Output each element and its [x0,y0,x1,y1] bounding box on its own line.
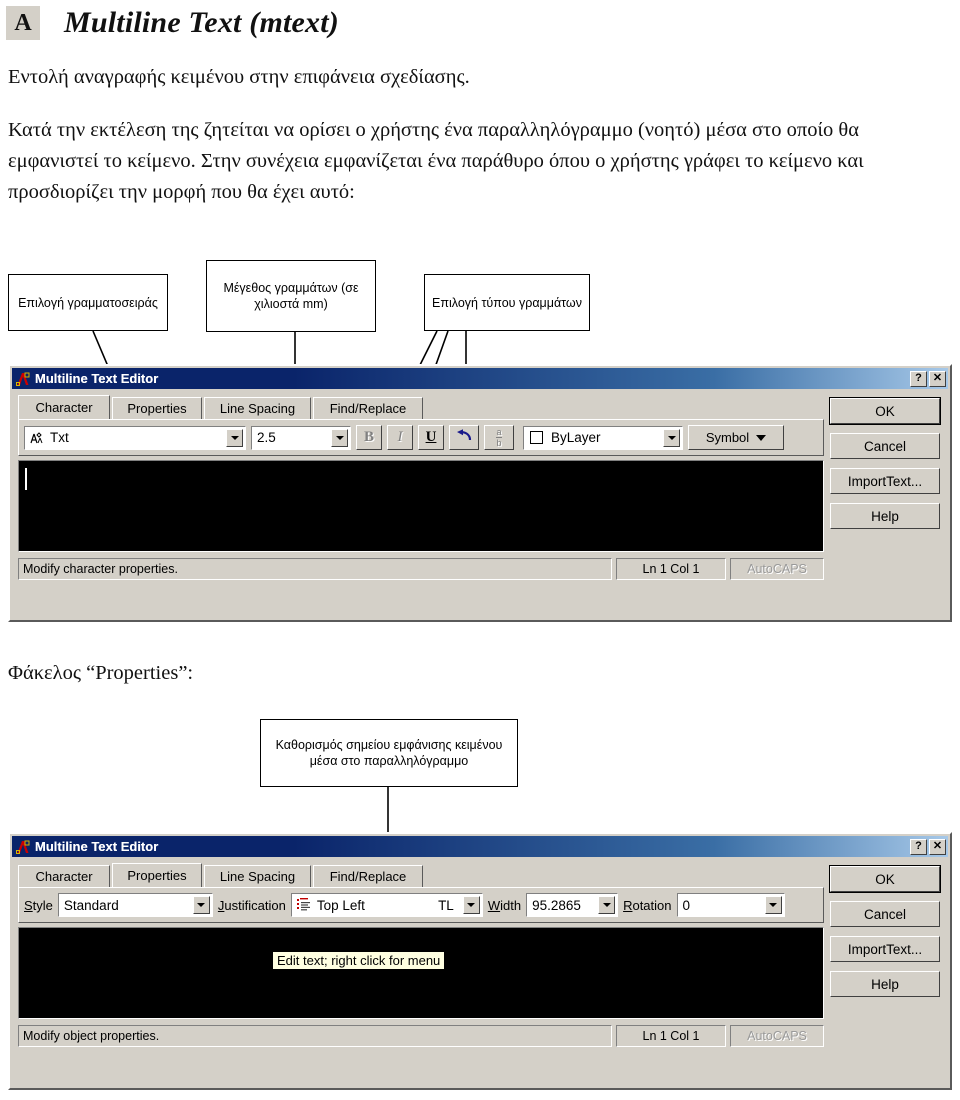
italic-button[interactable]: I [387,425,413,450]
ok-button[interactable]: OK [829,865,941,893]
font-size-combo[interactable]: 2.5 [251,425,351,450]
font-combo-arrow-icon[interactable] [226,428,243,447]
cursor-position: Ln 1 Col 1 [616,558,726,580]
callout-font-size: Μέγεθος γραμμάτων (σε χιλιοστά mm) [206,260,376,332]
width-combo-arrow-icon[interactable] [598,896,616,914]
tab-properties[interactable]: Properties [112,863,202,887]
tab-find-replace[interactable]: Find/Replace [313,397,423,419]
font-size-value: 2.5 [257,430,276,445]
cursor-position: Ln 1 Col 1 [616,1025,726,1047]
cancel-button[interactable]: Cancel [830,433,940,459]
mtext-command-icon: A [6,6,40,40]
bold-button[interactable]: B [356,425,382,450]
style-combo-arrow-icon[interactable] [192,896,210,914]
import-text-button[interactable]: ImportText... [830,936,940,962]
stack-fraction-icon: ab [496,426,502,448]
help-titlebar-button[interactable]: ? [910,838,927,855]
paragraph-description: Κατά την εκτέλεση της ζητείται να ορίσει… [8,119,864,203]
dialog1-titlebar[interactable]: Multiline Text Editor ? ✕ [12,368,948,389]
font-combo[interactable]: Txt [24,425,246,450]
text-editor-area[interactable] [18,460,824,552]
width-combo[interactable]: 95.2865 [526,893,619,917]
underline-button[interactable]: U [418,425,444,450]
paragraph-intro: Εντολή αναγραφής κειμένου στην επιφάνεια… [8,66,470,88]
dialog1-status-bar: Modify character properties. Ln 1 Col 1 … [18,558,942,580]
page-title: Multiline Text (mtext) [64,6,339,39]
tab-character[interactable]: Character [18,865,110,887]
style-label: SStyletyle [24,897,53,913]
shape-font-icon [27,431,47,445]
callout-justification: Καθορισμός σημείου εμφάνισης κειμένου μέ… [260,719,518,787]
close-titlebar-button[interactable]: ✕ [929,838,946,855]
dialog1-button-panel: OK Cancel ImportText... Help [829,397,941,538]
justification-combo[interactable]: Top Left TL [290,893,483,917]
dialog2-status-bar: Modify object properties. Ln 1 Col 1 Aut… [18,1025,942,1047]
rotation-label: Rotation [623,897,672,913]
dialog2-properties-toolbar: SStyletyle Standard Justification Top Le… [18,887,824,923]
tab-line-spacing[interactable]: Line Spacing [204,397,311,419]
text-editor-area[interactable]: Edit text; right click for menu [18,927,824,1019]
tab-find-replace[interactable]: Find/Replace [313,865,423,887]
text-caret [25,468,27,490]
section-label-properties: Φάκελος “Properties”: [8,662,194,684]
font-combo-value: Txt [50,430,69,445]
multiline-text-editor-dialog-properties: Multiline Text Editor ? ✕ Character Prop… [8,832,952,1090]
style-combo-value: Standard [63,897,119,913]
dialog2-title: Multiline Text Editor [35,839,159,854]
autocad-a-icon [15,839,31,855]
dialog2-tabstrip: Character Properties Line Spacing Find/R… [18,863,423,887]
tab-character[interactable]: Character [18,395,110,419]
rotation-combo[interactable]: 0 [676,893,785,917]
justification-icon [294,898,314,912]
cancel-button[interactable]: Cancel [830,901,940,927]
close-titlebar-button[interactable]: ✕ [929,370,946,387]
text-color-value: ByLayer [551,430,601,445]
dialog1-character-toolbar: Txt 2.5 B I U ab ByLayer Symbol [18,419,824,456]
callout-font-style: Επιλογή τύπου γραμμάτων [424,274,590,331]
autocaps-indicator: AutoCAPS [730,558,824,580]
symbol-button-label: Symbol [705,430,750,445]
width-label: Width [487,897,522,913]
dialog2-button-panel: OK Cancel ImportText... Help [829,865,941,1006]
justification-combo-arrow-icon[interactable] [462,896,480,914]
rotation-combo-value: 0 [682,897,691,913]
help-button[interactable]: Help [830,503,940,529]
ok-button[interactable]: OK [829,397,941,425]
import-text-button[interactable]: ImportText... [830,468,940,494]
justification-combo-value: Top Left [316,897,365,913]
justification-abbrev: TL [438,897,454,913]
help-titlebar-button[interactable]: ? [910,370,927,387]
status-message: Modify object properties. [18,1025,612,1047]
text-color-combo[interactable]: ByLayer [523,425,683,450]
font-size-arrow-icon[interactable] [331,428,348,447]
width-combo-value: 95.2865 [532,897,581,913]
help-button[interactable]: Help [830,971,940,997]
tab-line-spacing[interactable]: Line Spacing [204,865,311,887]
undo-button[interactable] [449,425,479,450]
style-combo[interactable]: Standard [57,893,213,917]
multiline-text-editor-dialog-character: Multiline Text Editor ? ✕ Character Prop… [8,364,952,622]
symbol-button[interactable]: Symbol [688,425,784,450]
status-message: Modify character properties. [18,558,612,580]
autocad-a-icon [15,371,31,387]
undo-arrow-icon [456,429,473,446]
text-color-arrow-icon[interactable] [663,428,680,447]
dialog1-tabstrip: Character Properties Line Spacing Find/R… [18,395,423,419]
stack-button[interactable]: ab [484,425,514,450]
tab-properties[interactable]: Properties [112,397,202,419]
callout-font-select: Επιλογή γραμματοσειράς [8,274,168,331]
rotation-combo-arrow-icon[interactable] [764,896,782,914]
editor-tooltip: Edit text; right click for menu [272,951,446,970]
color-swatch-icon [530,431,543,444]
dialog1-title: Multiline Text Editor [35,371,159,386]
autocaps-indicator: AutoCAPS [730,1025,824,1047]
dialog2-titlebar[interactable]: Multiline Text Editor ? ✕ [12,836,948,857]
page-heading: A Multiline Text (mtext) [0,0,960,40]
justification-label: Justification [217,897,286,913]
